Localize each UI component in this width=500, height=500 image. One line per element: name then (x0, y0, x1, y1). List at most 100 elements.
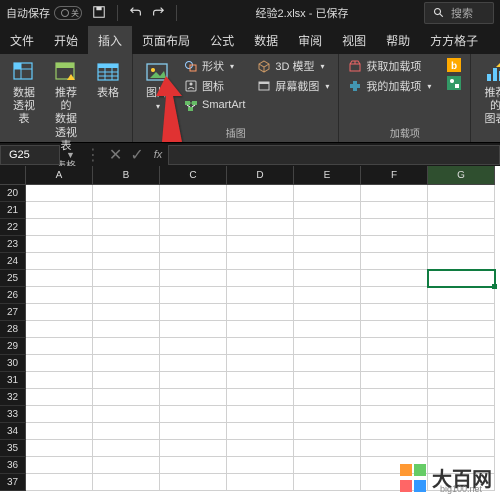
cell[interactable] (227, 287, 294, 304)
cell[interactable] (26, 457, 93, 474)
cell[interactable] (294, 355, 361, 372)
cell[interactable] (227, 236, 294, 253)
row-header[interactable]: 32 (0, 389, 26, 406)
cell[interactable] (294, 202, 361, 219)
cell[interactable] (361, 338, 428, 355)
cell[interactable] (160, 389, 227, 406)
cell[interactable] (93, 253, 160, 270)
cell[interactable] (93, 321, 160, 338)
cell[interactable] (93, 457, 160, 474)
cell[interactable] (361, 389, 428, 406)
cell[interactable] (361, 406, 428, 423)
cell[interactable] (93, 406, 160, 423)
cell[interactable] (428, 202, 495, 219)
cell[interactable] (428, 236, 495, 253)
cell[interactable] (26, 474, 93, 491)
cell[interactable] (93, 389, 160, 406)
row-header[interactable]: 22 (0, 219, 26, 236)
ribbon-button-myaddins[interactable]: 我的加载项▾ (345, 77, 434, 95)
tab-公式[interactable]: 公式 (200, 26, 244, 54)
cell[interactable] (160, 202, 227, 219)
row-header[interactable]: 29 (0, 338, 26, 355)
cell[interactable] (428, 253, 495, 270)
tab-视图[interactable]: 视图 (332, 26, 376, 54)
cell[interactable] (428, 372, 495, 389)
row-header[interactable]: 24 (0, 253, 26, 270)
cell[interactable] (227, 440, 294, 457)
ribbon-button-screenshot[interactable]: 屏幕截图▾ (254, 77, 332, 95)
cell[interactable] (227, 355, 294, 372)
cell[interactable] (26, 236, 93, 253)
cell[interactable] (160, 253, 227, 270)
cell[interactable] (227, 219, 294, 236)
ribbon-button-pivot-rec[interactable]: 推荐的数据透视表 (48, 57, 84, 155)
cell[interactable] (227, 389, 294, 406)
ribbon-button-table[interactable]: 表格 (90, 57, 126, 102)
cancel-icon[interactable]: ✕ (105, 145, 126, 165)
row-header[interactable]: 33 (0, 406, 26, 423)
cell[interactable] (294, 304, 361, 321)
cell[interactable] (26, 406, 93, 423)
ribbon-button-picture[interactable]: 图片▾ (139, 57, 175, 114)
cell[interactable] (227, 270, 294, 287)
cell[interactable] (428, 219, 495, 236)
cell[interactable] (361, 304, 428, 321)
cell[interactable] (294, 287, 361, 304)
tab-审阅[interactable]: 审阅 (288, 26, 332, 54)
cell[interactable] (294, 440, 361, 457)
cell[interactable] (160, 321, 227, 338)
cell[interactable] (294, 219, 361, 236)
column-header[interactable]: G (428, 166, 495, 185)
ribbon-button-pivot[interactable]: 数据透视表 (6, 57, 42, 129)
tab-页面布局[interactable]: 页面布局 (132, 26, 200, 54)
cell[interactable] (428, 338, 495, 355)
cell[interactable] (26, 304, 93, 321)
cell[interactable] (93, 287, 160, 304)
cell[interactable] (227, 304, 294, 321)
cell[interactable] (227, 185, 294, 202)
cell[interactable] (160, 304, 227, 321)
cell[interactable] (160, 185, 227, 202)
cell[interactable] (361, 185, 428, 202)
select-all-corner[interactable] (0, 166, 26, 185)
autosave-toggle[interactable]: 自动保存 关 (6, 5, 82, 21)
cell[interactable] (227, 457, 294, 474)
row-header[interactable]: 36 (0, 457, 26, 474)
undo-icon[interactable] (129, 5, 143, 22)
cell[interactable] (26, 355, 93, 372)
cell[interactable] (93, 185, 160, 202)
cell[interactable] (227, 372, 294, 389)
cell[interactable] (294, 406, 361, 423)
cell[interactable] (227, 321, 294, 338)
cell[interactable] (294, 457, 361, 474)
row-header[interactable]: 20 (0, 185, 26, 202)
cell[interactable] (294, 372, 361, 389)
cell[interactable] (361, 321, 428, 338)
ribbon-button-3d[interactable]: 3D 模型▾ (254, 57, 332, 75)
name-box[interactable]: G25 (0, 145, 60, 165)
cell[interactable] (93, 474, 160, 491)
toggle-switch[interactable]: 关 (54, 6, 82, 20)
row-header[interactable]: 30 (0, 355, 26, 372)
cell[interactable] (227, 338, 294, 355)
cell[interactable] (361, 440, 428, 457)
cell[interactable] (160, 270, 227, 287)
ribbon-button-smartart[interactable]: SmartArt (181, 97, 248, 113)
cell[interactable] (160, 406, 227, 423)
column-header[interactable]: F (361, 166, 428, 185)
cell[interactable] (361, 355, 428, 372)
cell[interactable] (93, 219, 160, 236)
cell[interactable] (361, 253, 428, 270)
cell[interactable] (26, 219, 93, 236)
ribbon-button-store[interactable]: 获取加载项 (345, 57, 434, 75)
cell[interactable] (93, 202, 160, 219)
cell[interactable] (294, 236, 361, 253)
row-header[interactable]: 31 (0, 372, 26, 389)
tab-方方格子[interactable]: 方方格子 (420, 26, 488, 54)
cell[interactable] (93, 372, 160, 389)
worksheet-grid[interactable]: 202122232425262728293031323334353637 ABC… (0, 166, 500, 491)
row-header[interactable]: 27 (0, 304, 26, 321)
cell[interactable] (26, 372, 93, 389)
cell[interactable] (160, 338, 227, 355)
cell[interactable] (294, 389, 361, 406)
